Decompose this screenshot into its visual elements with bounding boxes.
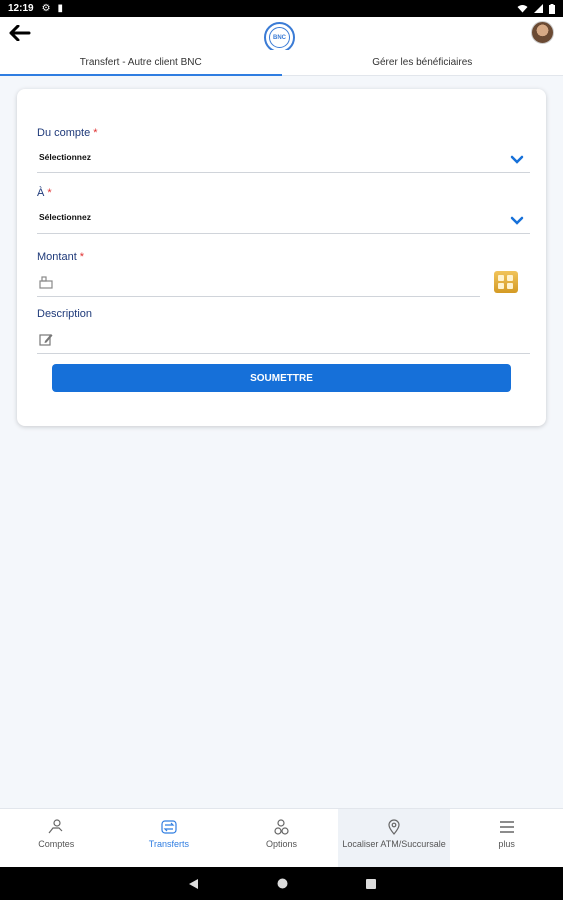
tab-bar: Transfert - Autre client BNC Gérer les b… <box>0 50 563 76</box>
nav-item-more[interactable]: plus <box>450 809 563 867</box>
back-arrow-icon[interactable] <box>9 25 31 41</box>
from-account-select[interactable]: Sélectionnez <box>39 152 91 162</box>
system-navigation-bar <box>0 867 563 900</box>
nav-item-transfers[interactable]: Transferts <box>113 809 226 867</box>
menu-icon <box>499 821 514 833</box>
required-mark: * <box>79 251 85 263</box>
settings-icon: ⚙ <box>41 3 51 14</box>
signal-icon <box>534 4 543 13</box>
from-account-label: Du compte * <box>37 127 97 139</box>
nav-label: Transferts <box>148 839 189 849</box>
tab-manage-beneficiaries[interactable]: Gérer les bénéficiaires <box>282 50 563 75</box>
system-recents-icon[interactable] <box>365 878 376 889</box>
chevron-down-icon[interactable] <box>510 216 524 226</box>
nav-item-accounts[interactable]: Comptes <box>0 809 113 867</box>
status-bar: 12:19 ⚙ ▮ <box>0 0 563 17</box>
transfers-icon <box>161 820 177 834</box>
accounts-icon <box>48 819 63 834</box>
user-avatar[interactable] <box>531 21 554 44</box>
system-back-icon[interactable] <box>188 878 199 890</box>
nav-label: Comptes <box>38 839 75 849</box>
logo-text: BNC <box>269 27 290 48</box>
tab-transfer-other-client[interactable]: Transfert - Autre client BNC <box>0 50 282 76</box>
status-time: 12:19 <box>8 3 34 14</box>
amount-label-text: Montant <box>37 251 77 263</box>
wifi-icon <box>517 5 528 13</box>
calculator-icon[interactable] <box>494 271 518 293</box>
to-account-label-text: À <box>37 187 45 199</box>
required-mark: * <box>47 187 52 199</box>
location-pin-icon <box>388 819 400 835</box>
options-icon <box>274 819 290 835</box>
from-account-divider <box>37 172 530 173</box>
nav-item-locate-atm[interactable]: Localiser ATM/Succursale <box>337 809 451 867</box>
bottom-navigation: Comptes Transferts Options Localiser ATM… <box>0 808 563 867</box>
description-label: Description <box>37 308 93 320</box>
nav-label: Options <box>265 839 297 849</box>
nav-label: plus <box>498 839 515 849</box>
description-input[interactable] <box>37 353 530 354</box>
nav-item-options[interactable]: Options <box>225 809 338 867</box>
battery-icon <box>549 3 555 14</box>
sim-icon: ▮ <box>57 3 64 14</box>
bank-logo: BNC <box>264 22 295 53</box>
nav-label: Localiser ATM/Succursale <box>342 839 446 849</box>
app-header: BNC <box>0 17 563 53</box>
amount-input[interactable] <box>37 296 480 297</box>
from-account-label-text: Du compte <box>37 127 91 139</box>
submit-button[interactable]: SOUMETTRE <box>52 364 511 392</box>
transfer-form-card: Du compte * Sélectionnez À * Sélectionnez … <box>17 89 546 426</box>
required-mark: * <box>93 127 98 139</box>
edit-icon <box>39 334 53 346</box>
to-account-label: À * <box>37 187 52 199</box>
chevron-down-icon[interactable] <box>510 155 524 165</box>
to-account-select[interactable]: Sélectionnez <box>39 212 91 222</box>
amount-label: Montant * <box>37 251 84 263</box>
to-account-divider <box>37 233 530 234</box>
system-home-icon[interactable] <box>277 878 288 889</box>
money-icon <box>39 276 53 289</box>
